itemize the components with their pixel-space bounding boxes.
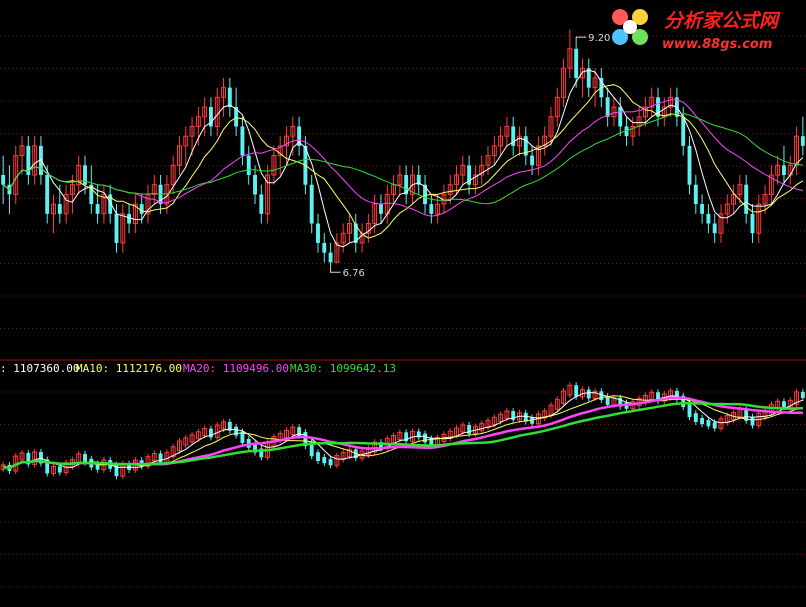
legend-ma10: MA10: 1112176.00	[76, 362, 182, 375]
indicator-bar-down	[750, 416, 755, 426]
candle-body-down	[693, 184, 698, 205]
legend-ma30: MA30: 1099642.13	[290, 362, 396, 375]
candle-body-down	[127, 213, 132, 224]
candle-body-down	[45, 175, 50, 214]
indicator-bar-down	[700, 417, 705, 425]
indicator-bar-down	[316, 452, 320, 461]
candle-body-down	[253, 175, 257, 195]
watermark-url: www.88gs.com	[662, 37, 772, 52]
candle-body-down	[95, 204, 100, 214]
candle-body-down	[227, 87, 232, 108]
indicator-bar-down	[599, 391, 604, 401]
candle-body-down	[316, 223, 320, 243]
indicator-bar-down	[234, 426, 239, 436]
indicator-bar-down	[322, 456, 327, 464]
candle-body-down	[574, 48, 579, 78]
indicator-bar-down	[605, 396, 610, 405]
indicator-bar-down	[693, 413, 698, 422]
candle-body-down	[114, 213, 119, 243]
candle-body-down	[530, 155, 535, 166]
candle-body-down	[605, 97, 610, 117]
candle-body-down	[586, 68, 591, 88]
indicator-legend: : 1107360.00 MA10: 1112176.00 MA20: 1109…	[0, 362, 396, 375]
candle-body-down	[379, 204, 383, 214]
indicator-bar-down	[328, 459, 333, 466]
candle-body-down	[1, 175, 6, 185]
candle-body-down	[139, 204, 144, 214]
indicator-bar-down	[800, 391, 805, 399]
indicator-bar-down	[574, 385, 579, 397]
chart-background	[0, 0, 806, 607]
candle-body-down	[744, 184, 749, 214]
stock-chart: 9.20 6.76 : 1107360.00 MA10: 1112176.00 M…	[0, 0, 806, 607]
candle-body-down	[429, 204, 434, 214]
candle-body-down	[309, 184, 314, 224]
candle-body-down	[712, 223, 717, 234]
indicator-bar-down	[530, 417, 535, 424]
indicator-bar-down	[712, 422, 717, 429]
high-price-label: 9.20	[588, 33, 610, 44]
watermark-title: 分析家公式网	[664, 10, 781, 32]
legend-main-value: : 1107360.00	[0, 362, 79, 375]
low-price-label: 6.76	[343, 268, 365, 279]
candle-body-down	[322, 242, 327, 253]
candle-body-down	[246, 155, 251, 175]
indicator-bar-down	[782, 401, 786, 408]
indicator-bar-down	[57, 466, 62, 473]
indicator-bar-down	[586, 389, 591, 399]
candle-body-down	[618, 107, 623, 127]
candle-body-down	[681, 116, 686, 146]
candle-body-down	[57, 204, 62, 214]
candle-body-down	[782, 165, 786, 175]
candle-body-down	[800, 136, 805, 146]
indicator-bar-down	[423, 433, 427, 443]
candle-body-down	[328, 252, 333, 263]
candle-body-down	[750, 213, 755, 234]
indicator-bar-down	[706, 420, 711, 427]
candle-body-down	[240, 126, 245, 156]
legend-ma20: MA20: 1109496.00	[183, 362, 289, 375]
candle-body-down	[687, 145, 692, 185]
indicator-bar-down	[83, 453, 87, 463]
candle-body-down	[706, 213, 711, 224]
candle-body-down	[259, 194, 264, 214]
indicator-bar-down	[687, 403, 692, 418]
candle-body-down	[700, 204, 705, 214]
